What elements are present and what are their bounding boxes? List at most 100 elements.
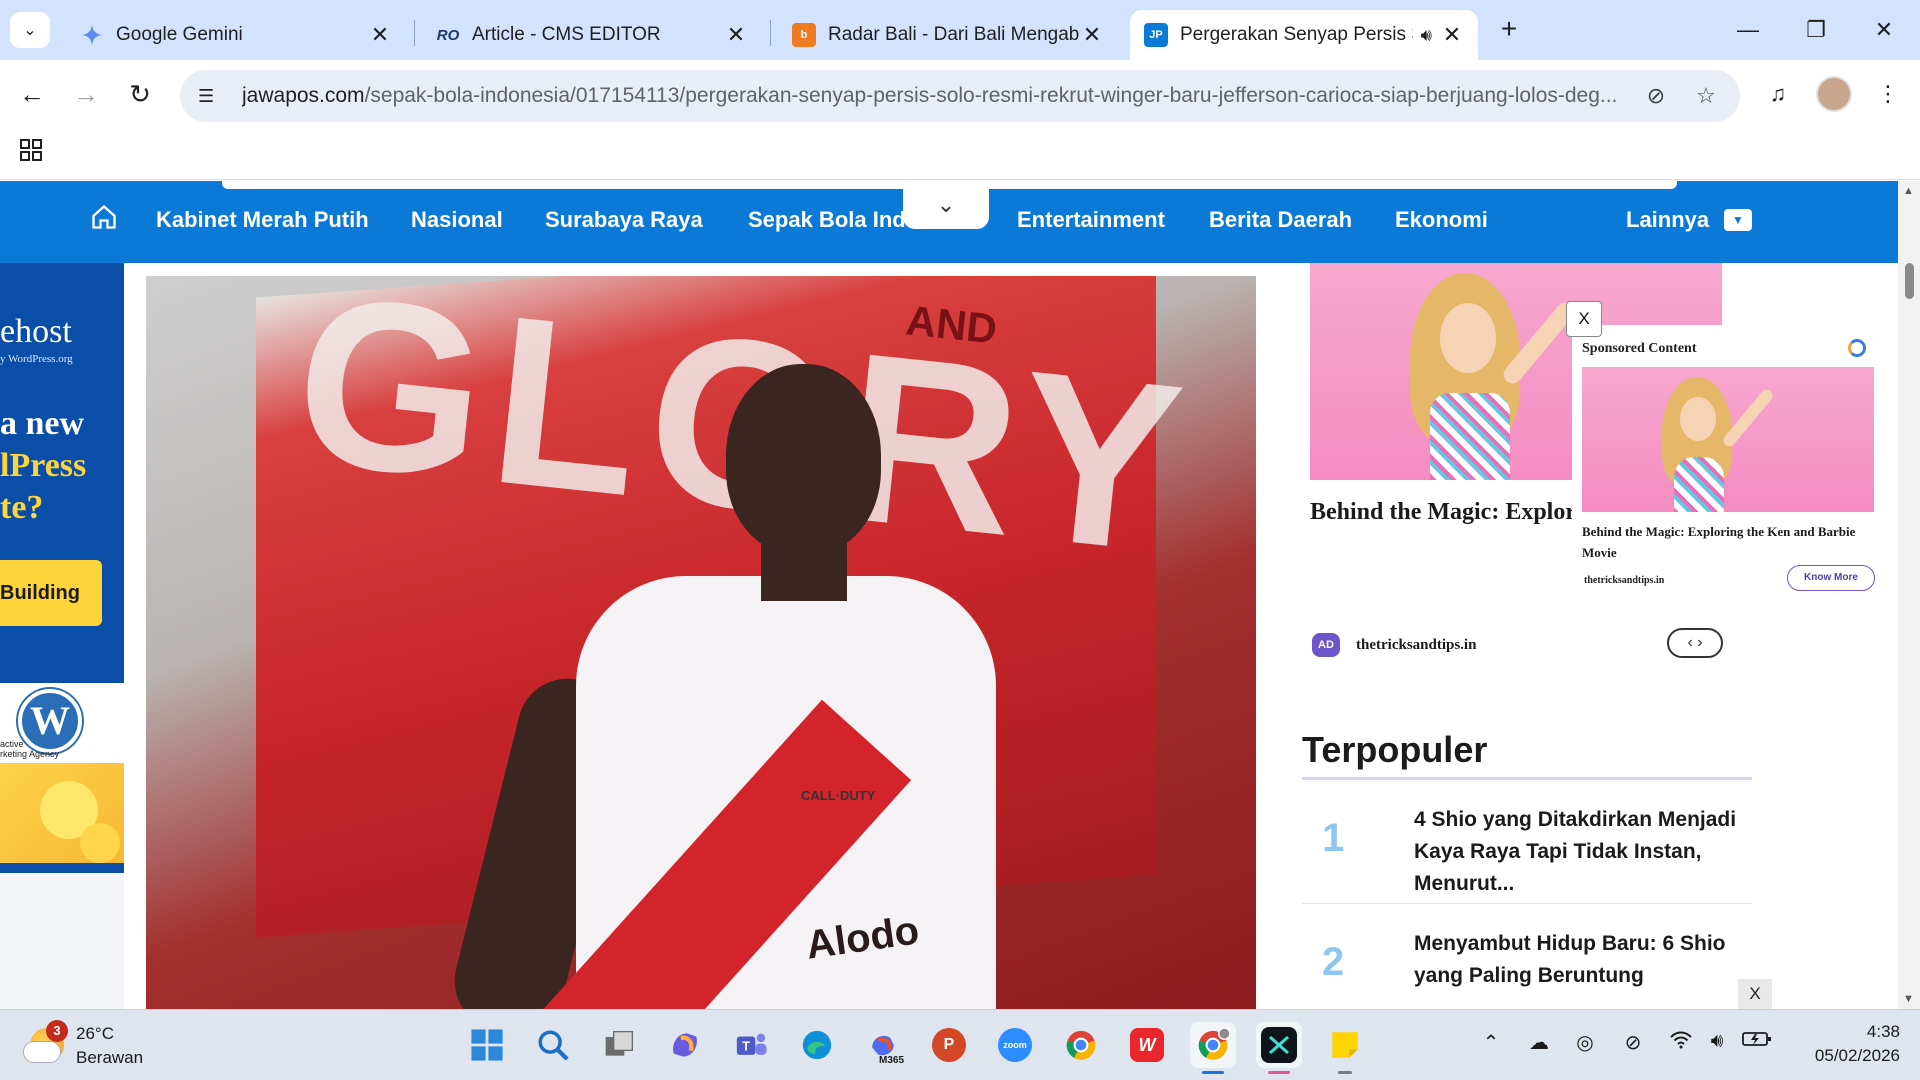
adchoices-icon[interactable] [1848,339,1866,357]
menu-icon[interactable]: ⋮ [1870,76,1906,112]
scrollbar-thumb[interactable] [1905,263,1914,299]
copilot-icon[interactable] [662,1022,708,1068]
nav-entertainment[interactable]: Entertainment [1017,207,1165,233]
teams-icon[interactable]: T [728,1022,774,1068]
popular-section: Terpopuler 1 4 Shio yang Ditakdirkan Men… [1302,729,1752,1009]
start-icon[interactable] [464,1022,510,1068]
close-tab-icon[interactable]: ✕ [368,22,392,48]
capcut-icon[interactable] [1256,1022,1302,1074]
nav-berita-daerah[interactable]: Berita Daerah [1209,207,1352,233]
eye-off-icon[interactable]: ⊘ [1640,83,1672,109]
site-info-icon[interactable]: ☰ [198,86,226,107]
wps-icon[interactable]: W [1124,1022,1170,1068]
tab-radar-bali[interactable]: b Radar Bali - Dari Bali Mengabar ✕ [778,10,1118,60]
onedrive-icon[interactable]: ☁ [1522,1030,1556,1055]
tab-cms-editor[interactable]: RO Article - CMS EDITOR ✕ [422,10,762,60]
tab-search-button[interactable]: ⌄ [10,12,50,48]
chrome-icon[interactable] [1058,1022,1104,1068]
sponsored-domain[interactable]: thetricksandtips.in [1356,637,1476,654]
restore-button[interactable]: ❐ [1788,8,1844,52]
new-tab-button[interactable]: + [1492,12,1526,48]
ad-headline-line: lPress [0,445,86,487]
chrome-profile-icon[interactable] [1190,1022,1236,1074]
close-sticky-ad-button[interactable]: X [1738,979,1772,1009]
apps-grid-icon[interactable] [16,138,46,168]
chevron-up-icon[interactable]: ⌃ [1474,1030,1508,1055]
tab-gemini[interactable]: Google Gemini ✕ [66,10,406,60]
avatar[interactable] [1816,76,1852,112]
speaker-icon[interactable]: 🔊︎ [1421,25,1432,46]
search-icon[interactable] [530,1022,576,1068]
zoom-icon[interactable]: zoom [992,1022,1038,1068]
carousel-arrows[interactable]: ‹ › [1667,628,1723,658]
expand-header-button[interactable]: ⌄ [903,187,989,229]
reload-icon[interactable]: ↻ [120,74,160,114]
close-window-button[interactable]: ✕ [1856,8,1912,52]
popular-heading: Terpopuler [1302,729,1752,780]
task-view-icon[interactable] [596,1022,642,1068]
media-control-icon[interactable]: ♫ [1760,76,1796,112]
nav-lainnya[interactable]: Lainnya [1626,207,1709,233]
back-icon[interactable]: ← [12,74,52,114]
nav-nasional[interactable]: Nasional [411,207,503,233]
close-tab-icon[interactable]: ✕ [724,22,748,48]
close-tab-icon[interactable]: ✕ [1080,22,1104,48]
scroll-down-icon[interactable]: ▼ [1903,993,1914,1005]
page-scrollbar[interactable]: ▲ ▼ [1898,181,1920,1009]
close-ad-button[interactable]: X [1566,301,1602,337]
tab-separator [414,20,415,46]
sponsored-label: Sponsored Content [1582,341,1697,356]
sync-icon[interactable]: ◎ [1568,1030,1602,1055]
sticky-notes-icon[interactable] [1322,1022,1368,1074]
edge-icon[interactable] [794,1022,840,1068]
m365-icon[interactable]: M365 [860,1022,906,1068]
flag-and-text: AND [903,296,1000,353]
popular-title[interactable]: 4 Shio yang Ditakdirkan Menjadi Kaya Ray… [1414,804,1744,900]
nav-ekonomi[interactable]: Ekonomi [1395,207,1488,233]
star-icon[interactable]: ☆ [1690,83,1722,109]
windows-taskbar: 3 26°C Berawan T M365 P zoom W ⌃ ☁ ◎ ⊘ 🔊… [0,1009,1920,1080]
battery-icon[interactable] [1740,1030,1774,1054]
system-clock[interactable]: 4:38 05/02/2026 [1790,1020,1900,1068]
bookmarks-bar [0,130,1920,180]
tab-jawapos[interactable]: JP Pergerakan Senyap Persis Se 🔊︎ ✕ [1130,10,1478,60]
close-tab-icon[interactable]: ✕ [1440,22,1464,48]
forward-icon[interactable]: → [66,74,106,114]
dropdown-icon[interactable]: ▼ [1724,209,1752,231]
ad-wp-panel: W active rketing Agency [0,683,124,763]
tab-title: Radar Bali - Dari Bali Mengabar [828,24,1080,45]
gemini-icon [80,23,104,47]
sponsored-title[interactable]: Behind the Magic: Exploring the Ken and … [1310,493,1572,531]
popular-rank: 2 [1322,940,1345,984]
radar-bali-icon: b [792,23,816,47]
url-text[interactable]: jawapos.com/sepak-bola-indonesia/0171541… [242,84,1622,108]
list-item[interactable]: 2 Menyambut Hidup Baru: 6 Shio yang Pali… [1302,904,1752,1009]
m365-label: M365 [878,1055,904,1066]
know-more-button[interactable]: Know More [1787,565,1875,591]
site-navigation: Kabinet Merah Putih Nasional Surabaya Ra… [0,181,1898,263]
sponsored-popup-image[interactable] [1582,367,1874,512]
scroll-up-icon[interactable]: ▲ [1903,185,1914,197]
ad-headline-line: a new [0,405,85,442]
home-icon[interactable] [90,203,118,238]
weather-condition: Berawan [76,1048,144,1067]
nav-surabaya-raya[interactable]: Surabaya Raya [545,207,703,233]
powerpoint-icon[interactable]: P [926,1022,972,1068]
popular-title[interactable]: Menyambut Hidup Baru: 6 Shio yang Paling… [1414,928,1744,992]
cloud-off-icon[interactable]: ⊘ [1616,1030,1650,1055]
ad-cta-button[interactable]: Building [0,560,102,626]
weather-temperature: 26°C [76,1024,114,1043]
chevron-right-icon[interactable]: › [1697,634,1702,651]
list-item[interactable]: 1 4 Shio yang Ditakdirkan Menjadi Kaya R… [1302,780,1752,904]
ad-headline: a new lPress te? [0,403,86,529]
sponsored-popup-title[interactable]: Behind the Magic: Exploring the Ken and … [1582,521,1874,563]
wifi-icon[interactable] [1664,1030,1698,1056]
chevron-left-icon[interactable]: ‹ [1687,634,1692,651]
left-banner-ad[interactable]: ehost y WordPress.org a new lPress te? B… [0,263,124,1009]
address-bar[interactable]: ☰ jawapos.com/sepak-bola-indonesia/01715… [180,70,1740,122]
volume-icon[interactable]: 🔊︎ [1700,1030,1734,1053]
minimize-button[interactable]: — [1720,8,1776,52]
weather-widget[interactable]: 3 26°C Berawan [24,1020,184,1070]
weather-cloud-icon [24,1042,60,1062]
nav-kabinet-merah-putih[interactable]: Kabinet Merah Putih [156,207,369,233]
